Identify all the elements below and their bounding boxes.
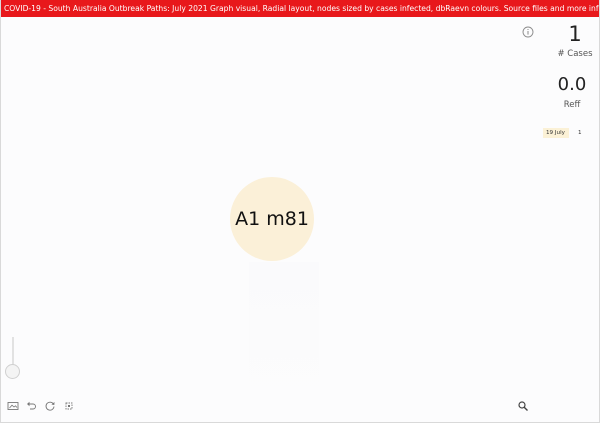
timeline-count: 1 bbox=[578, 130, 582, 136]
fit-to-screen-icon[interactable] bbox=[63, 400, 75, 412]
reff-value: 0.0 bbox=[557, 74, 587, 95]
search-icon[interactable] bbox=[517, 400, 529, 412]
cases-value: 1 bbox=[568, 22, 582, 46]
timeline-row[interactable]: 19 July 1 bbox=[543, 128, 591, 138]
banner-text: COVID-19 - South Australia Outbreak Path… bbox=[4, 4, 600, 13]
reset-icon[interactable] bbox=[44, 400, 56, 412]
zoom-slider-thumb[interactable] bbox=[5, 364, 20, 379]
undo-icon[interactable] bbox=[25, 400, 37, 412]
graph-node[interactable]: A1 m81 bbox=[230, 177, 314, 261]
cases-label: # Cases bbox=[557, 49, 593, 59]
title-banner: COVID-19 - South Australia Outbreak Path… bbox=[0, 0, 600, 17]
graph-shadow bbox=[249, 262, 319, 422]
timeline-date: 19 July bbox=[546, 130, 565, 136]
node-label: A1 m81 bbox=[235, 208, 309, 230]
info-icon[interactable] bbox=[522, 26, 534, 38]
screenshot-icon[interactable] bbox=[7, 400, 19, 412]
reff-label: Reff bbox=[563, 100, 581, 110]
